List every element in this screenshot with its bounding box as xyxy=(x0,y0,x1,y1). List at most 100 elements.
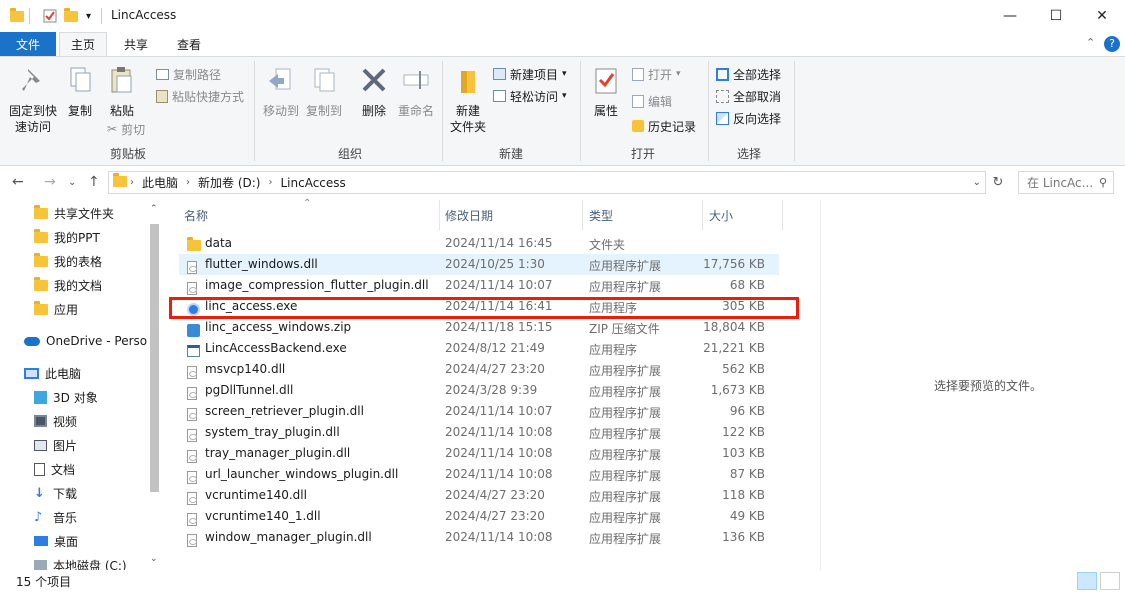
nav-item-3d-objects[interactable]: 3D 对象 xyxy=(34,386,98,408)
breadcrumb-drive-d[interactable]: 新加卷 (D:) xyxy=(198,174,260,191)
pin-quick-access-button[interactable]: 固定到快 速访问 xyxy=(6,65,60,135)
properties-label: 属性 xyxy=(593,104,618,118)
table-row[interactable]: window_manager_plugin.dll 2024/11/14 10:0… xyxy=(179,527,779,548)
new-folder-quick-icon[interactable] xyxy=(64,7,78,24)
nav-item-pictures[interactable]: 图片 xyxy=(34,434,77,456)
copy-path-button[interactable]: 复制路径 xyxy=(156,64,221,84)
table-row[interactable]: vcruntime140.dll 2024/4/27 23:20 应用程序扩展 118… xyxy=(179,485,779,506)
scrollbar-thumb[interactable] xyxy=(150,224,159,492)
move-to-button[interactable]: 移动到 xyxy=(260,65,302,119)
address-dropdown-icon[interactable]: ⌄ xyxy=(973,177,981,188)
details-view-button[interactable] xyxy=(1077,572,1097,590)
column-divider[interactable] xyxy=(782,200,783,230)
new-folder-button[interactable]: 新建 文件夹 xyxy=(446,65,490,135)
nav-item-desktop[interactable]: 桌面 xyxy=(34,530,78,552)
recent-locations-button[interactable]: ⌄ xyxy=(68,177,76,188)
nav-item-my-docs[interactable]: 我的文档 xyxy=(34,274,102,296)
table-row[interactable]: msvcp140.dll 2024/4/27 23:20 应用程序扩展 562 KB xyxy=(179,359,779,380)
select-none-button[interactable]: 全部取消 xyxy=(716,86,781,106)
nav-item-downloads[interactable]: ↓ 下载 xyxy=(34,482,77,504)
tab-share[interactable]: 共享 xyxy=(112,32,160,56)
column-type[interactable]: 类型 xyxy=(589,200,613,230)
table-row[interactable]: linc_access_windows.zip 2024/11/18 15:15 Z… xyxy=(179,317,779,338)
maximize-button[interactable]: ☐ xyxy=(1033,0,1079,32)
nav-item-music[interactable]: ♪ 音乐 xyxy=(34,506,77,528)
nav-label: 3D 对象 xyxy=(53,390,98,405)
breadcrumb-lincaccess[interactable]: LincAccess xyxy=(280,176,345,190)
address-bar[interactable]: › 此电脑 › 新加卷 (D:) › LincAccess ⌄ xyxy=(108,171,986,194)
column-divider[interactable] xyxy=(439,200,440,230)
close-button[interactable]: ✕ xyxy=(1079,0,1125,32)
group-separator xyxy=(254,61,255,161)
properties-button[interactable]: 属性 xyxy=(586,65,626,119)
file-date: 2024/11/14 16:45 xyxy=(445,236,553,250)
nav-item-apps[interactable]: 应用 xyxy=(34,298,78,320)
column-divider[interactable] xyxy=(702,200,703,230)
table-row[interactable]: tray_manager_plugin.dll 2024/11/14 10:08 应… xyxy=(179,443,779,464)
file-type: 应用程序扩展 xyxy=(589,448,662,462)
scroll-up-icon[interactable]: ⌃ xyxy=(150,204,158,214)
folder-icon xyxy=(34,276,48,291)
customize-toolbar-icon[interactable]: ▾ xyxy=(86,8,91,24)
file-name: image_compression_flutter_plugin.dll xyxy=(205,278,429,292)
collapse-ribbon-icon[interactable]: ⌃ xyxy=(1086,36,1095,49)
back-button[interactable]: ← xyxy=(12,174,24,190)
column-date[interactable]: 修改日期 xyxy=(445,200,493,230)
table-row[interactable]: flutter_windows.dll 2024/10/25 1:30 应用程序扩展… xyxy=(179,254,779,275)
table-row[interactable]: screen_retriever_plugin.dll 2024/11/14 10… xyxy=(179,401,779,422)
nav-scrollbar[interactable]: ⌃ ⌄ xyxy=(147,200,162,570)
search-input[interactable]: 在 LincAc... ⚲ xyxy=(1018,171,1114,194)
edit-button[interactable]: 编辑 xyxy=(632,91,672,111)
column-size[interactable]: 大小 xyxy=(709,200,733,230)
nav-label: 应用 xyxy=(54,302,79,317)
tab-home[interactable]: 主页 xyxy=(59,32,107,56)
dropdown-arrow-icon: ▾ xyxy=(562,69,567,79)
history-button[interactable]: 历史记录 xyxy=(632,116,696,136)
table-row[interactable]: data 2024/11/14 16:45 文件夹 xyxy=(179,233,779,254)
table-row[interactable]: pgDllTunnel.dll 2024/3/28 9:39 应用程序扩展 1,673… xyxy=(179,380,779,401)
open-button[interactable]: 打开 ▾ xyxy=(632,64,681,84)
forward-button[interactable]: → xyxy=(44,174,56,190)
scroll-down-icon[interactable]: ⌄ xyxy=(150,554,158,564)
breadcrumb-this-pc[interactable]: 此电脑 xyxy=(142,174,178,191)
refresh-button[interactable]: ↻ xyxy=(988,171,1008,194)
new-folder-label-2: 文件夹 xyxy=(449,120,486,134)
nav-item-shared-folder[interactable]: 共享文件夹 xyxy=(34,202,114,224)
select-all-button[interactable]: 全部选择 xyxy=(716,64,781,84)
delete-button[interactable]: 删除 xyxy=(354,65,394,119)
easy-access-button[interactable]: 轻松访问 ▾ xyxy=(493,86,567,106)
nav-label: 音乐 xyxy=(53,510,78,525)
nav-item-this-pc[interactable]: 此电脑 xyxy=(24,362,81,384)
table-row[interactable]: LincAccessBackend.exe 2024/8/12 21:49 应用程序… xyxy=(179,338,779,359)
nav-item-onedrive[interactable]: OneDrive - Perso xyxy=(24,330,147,352)
copy-path-label: 复制路径 xyxy=(173,67,222,82)
nav-item-my-ppt[interactable]: 我的PPT xyxy=(34,226,100,248)
nav-item-drive-c[interactable]: 本地磁盘 (C:) xyxy=(34,554,127,570)
paste-shortcut-button[interactable]: 粘贴快捷方式 xyxy=(156,86,244,106)
minimize-button[interactable]: — xyxy=(987,0,1033,32)
table-row[interactable]: system_tray_plugin.dll 2024/11/14 10:08 应用… xyxy=(179,422,779,443)
help-icon[interactable]: ? xyxy=(1104,36,1120,52)
column-divider[interactable] xyxy=(582,200,583,230)
table-row[interactable]: url_launcher_windows_plugin.dll 2024/11/1… xyxy=(179,464,779,485)
up-button[interactable]: ↑ xyxy=(88,174,100,190)
invert-selection-button[interactable]: 反向选择 xyxy=(716,108,781,128)
nav-item-documents[interactable]: 文档 xyxy=(34,458,75,480)
tab-view[interactable]: 查看 xyxy=(165,32,213,56)
paste-button[interactable]: 粘贴 xyxy=(102,65,142,119)
paste-icon xyxy=(111,67,132,93)
properties-quick-icon[interactable] xyxy=(43,8,57,24)
new-item-button[interactable]: 新建项目 ▾ xyxy=(493,64,567,84)
large-icons-view-button[interactable] xyxy=(1100,572,1120,590)
column-name[interactable]: 名称 xyxy=(184,200,208,230)
table-row[interactable]: image_compression_flutter_plugin.dll 2024… xyxy=(179,275,779,296)
table-row[interactable]: vcruntime140_1.dll 2024/4/27 23:20 应用程序扩展 4… xyxy=(179,506,779,527)
nav-item-videos[interactable]: 视频 xyxy=(34,410,77,432)
nav-label: 此电脑 xyxy=(45,366,82,381)
cut-button[interactable]: ✂ 剪切 xyxy=(107,119,145,139)
copy-to-button[interactable]: 复制到 xyxy=(303,65,345,119)
copy-button[interactable]: 复制 xyxy=(62,65,98,119)
rename-button[interactable]: 重命名 xyxy=(394,65,438,119)
tab-file[interactable]: 文件 xyxy=(0,32,56,56)
nav-item-my-sheets[interactable]: 我的表格 xyxy=(34,250,102,272)
